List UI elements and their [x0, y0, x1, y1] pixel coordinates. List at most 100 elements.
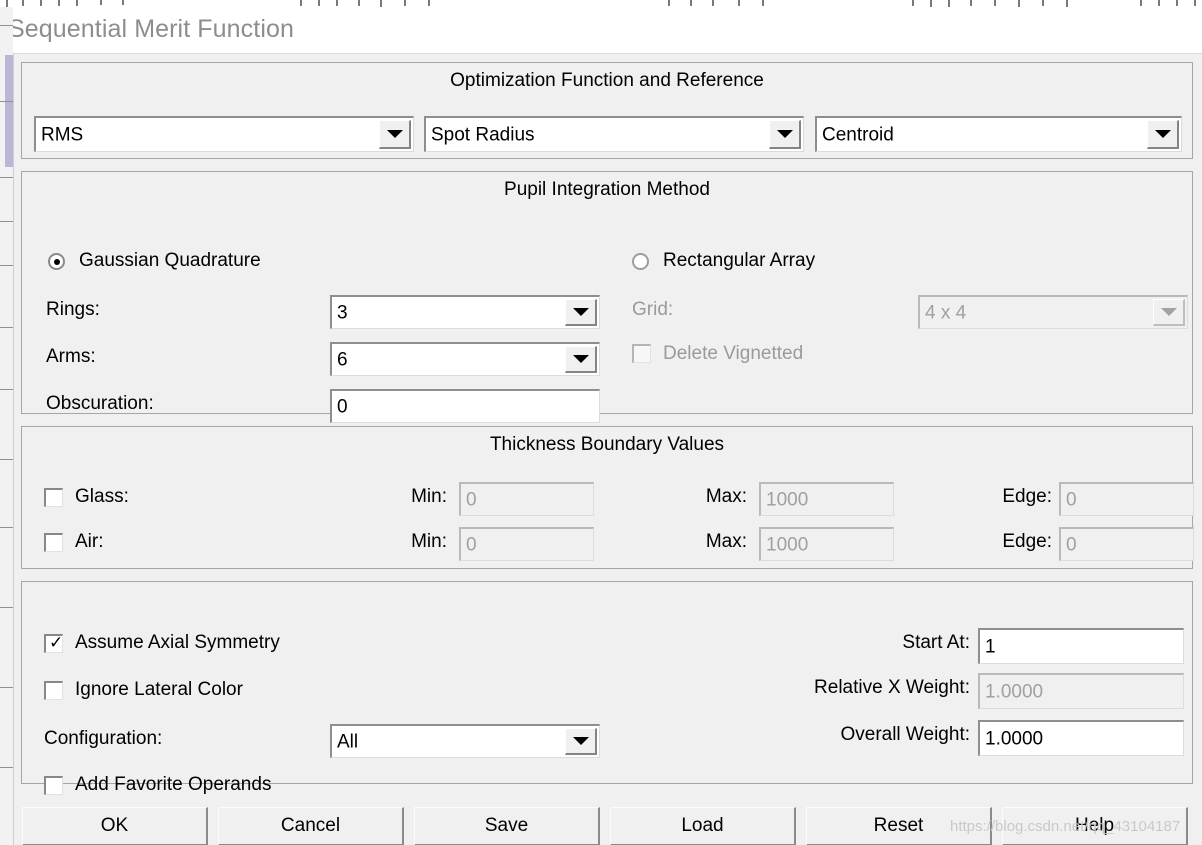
relative-x-weight-value: 1.0000 — [985, 681, 1044, 702]
start-at-input[interactable]: 1 — [978, 628, 1184, 664]
configuration-label: Configuration: — [44, 728, 163, 749]
configuration-value: All — [337, 731, 359, 752]
delete-vignetted-label: Delete Vignetted — [663, 343, 804, 364]
merit-options-group: ✓ Assume Axial Symmetry Ignore Lateral C… — [21, 581, 1193, 795]
criterion-combo[interactable]: Spot Radius — [424, 116, 804, 152]
glass-edge-input: 0 — [1059, 482, 1194, 516]
air-min-value: 0 — [466, 534, 477, 555]
configuration-dropdown-button[interactable] — [565, 728, 597, 755]
add-favorite-operands-checkbox[interactable] — [44, 776, 63, 795]
dialog-title: Sequential Merit Function — [13, 15, 294, 43]
air-checkbox[interactable] — [44, 533, 63, 552]
thickness-boundary-group: Thickness Boundary Values Glass: Min: 0 … — [21, 426, 1194, 569]
ok-button[interactable]: OK — [22, 807, 208, 845]
add-favorite-operands-label: Add Favorite Operands — [75, 774, 272, 795]
optimization-function-group: Optimization Function and Reference RMS … — [21, 62, 1193, 159]
chevron-down-icon — [1160, 308, 1177, 316]
rings-dropdown-button[interactable] — [565, 299, 597, 326]
relative-x-weight-input: 1.0000 — [978, 673, 1184, 709]
start-at-value: 1 — [985, 636, 996, 657]
arms-label: Arms: — [46, 346, 96, 367]
obscuration-label: Obscuration: — [46, 393, 154, 414]
pupil-integration-group: Pupil Integration Method Gaussian Quadra… — [21, 171, 1193, 423]
cancel-button-label: Cancel — [280, 815, 341, 836]
help-button-label: Help — [1074, 815, 1115, 836]
glass-checkbox[interactable] — [44, 488, 63, 507]
reset-button[interactable]: Reset — [806, 807, 992, 845]
help-button[interactable]: Help — [1002, 807, 1188, 845]
save-button-label: Save — [484, 815, 529, 836]
glass-min-label: Min: — [411, 486, 447, 507]
thickness-boundary-group-title: Thickness Boundary Values — [489, 434, 725, 455]
reference-combo[interactable]: Centroid — [815, 116, 1182, 152]
obscuration-input[interactable]: 0 — [330, 389, 600, 423]
chevron-down-icon — [572, 308, 589, 316]
chevron-down-icon — [386, 130, 403, 138]
relative-x-weight-label: Relative X Weight: — [814, 677, 970, 698]
ignore-lateral-color-checkbox[interactable] — [44, 681, 63, 700]
sequential-merit-function-dialog: Sequential Merit Function Optimization F… — [13, 7, 1202, 845]
delete-vignetted-checkbox — [632, 344, 651, 363]
glass-max-input: 1000 — [759, 482, 894, 516]
cancel-button[interactable]: Cancel — [218, 807, 404, 845]
check-mark-icon: ✓ — [49, 633, 64, 653]
obscuration-value: 0 — [337, 396, 348, 417]
air-edge-value: 0 — [1066, 534, 1077, 555]
glass-min-input: 0 — [459, 482, 594, 516]
arms-combo[interactable]: 6 — [330, 342, 600, 376]
air-label: Air: — [75, 531, 104, 552]
radio-selected-dot — [53, 258, 60, 265]
grid-combo: 4 x 4 — [918, 295, 1188, 329]
air-min-input: 0 — [459, 527, 594, 561]
reference-dropdown-button[interactable] — [1147, 120, 1179, 149]
optimization-function-group-title: Optimization Function and Reference — [450, 70, 764, 91]
ignore-lateral-color-label: Ignore Lateral Color — [75, 679, 243, 700]
dialog-client-area: Optimization Function and Reference RMS … — [13, 53, 1202, 845]
merit-type-combo[interactable]: RMS — [34, 116, 414, 152]
arms-value: 6 — [337, 349, 348, 370]
background-window-sliver — [0, 7, 14, 845]
chevron-down-icon — [572, 737, 589, 745]
grid-dropdown-button — [1153, 299, 1185, 326]
criterion-dropdown-button[interactable] — [769, 120, 801, 149]
overall-weight-input[interactable]: 1.0000 — [978, 720, 1184, 756]
rings-value: 3 — [337, 302, 348, 323]
rings-combo[interactable]: 3 — [330, 295, 600, 329]
rings-label: Rings: — [46, 299, 100, 320]
overall-weight-label: Overall Weight: — [840, 724, 970, 745]
glass-edge-label: Edge: — [1002, 486, 1052, 507]
radio-gaussian-quadrature-label: Gaussian Quadrature — [79, 250, 261, 271]
reset-button-label: Reset — [873, 815, 924, 836]
merit-type-value: RMS — [41, 124, 84, 145]
air-edge-input: 0 — [1059, 527, 1194, 561]
background-highlight-strip — [5, 55, 13, 167]
air-max-value: 1000 — [766, 534, 809, 555]
grid-value: 4 x 4 — [925, 302, 967, 323]
chevron-down-icon — [776, 130, 793, 138]
air-max-input: 1000 — [759, 527, 894, 561]
glass-min-value: 0 — [466, 489, 477, 510]
radio-rectangular-array[interactable] — [632, 253, 649, 270]
air-edge-label: Edge: — [1002, 531, 1052, 552]
overall-weight-value: 1.0000 — [985, 728, 1044, 749]
start-at-label: Start At: — [902, 632, 970, 653]
ok-button-label: OK — [100, 815, 129, 836]
configuration-combo[interactable]: All — [330, 724, 600, 758]
air-min-label: Min: — [411, 531, 447, 552]
radio-gaussian-quadrature[interactable] — [48, 253, 65, 270]
chevron-down-icon — [572, 355, 589, 363]
grid-label: Grid: — [632, 299, 674, 320]
save-button[interactable]: Save — [414, 807, 600, 845]
load-button[interactable]: Load — [610, 807, 796, 845]
reference-value: Centroid — [822, 124, 894, 145]
glass-edge-value: 0 — [1066, 489, 1077, 510]
arms-dropdown-button[interactable] — [565, 346, 597, 373]
load-button-label: Load — [681, 815, 724, 836]
merit-type-dropdown-button[interactable] — [379, 120, 411, 149]
criterion-value: Spot Radius — [431, 124, 535, 145]
assume-axial-symmetry-checkbox[interactable]: ✓ — [44, 634, 63, 653]
glass-max-value: 1000 — [766, 489, 809, 510]
air-max-label: Max: — [705, 531, 747, 552]
glass-max-label: Max: — [705, 486, 747, 507]
glass-label: Glass: — [75, 486, 129, 507]
